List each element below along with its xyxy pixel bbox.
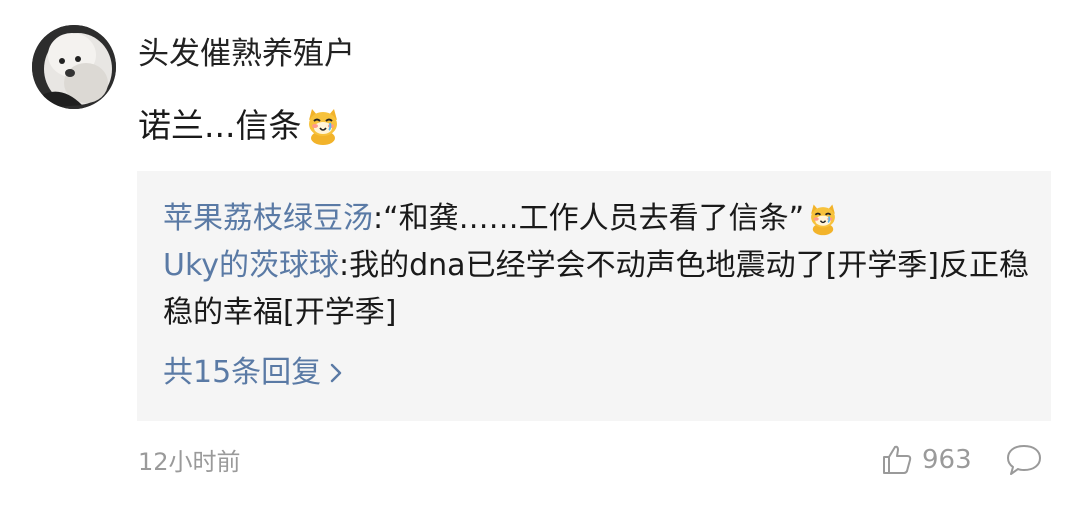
- avatar-dog-image: [32, 25, 116, 109]
- like-count: 963: [922, 445, 972, 475]
- reply-item[interactable]: Uky的茨球球:我的dna已经学会不动声色地震动了[开学季]反正稳稳的幸福[开学…: [163, 242, 1031, 336]
- avatar[interactable]: [32, 25, 116, 109]
- reply-username[interactable]: Uky的茨球球: [163, 248, 339, 283]
- reply-username[interactable]: 苹果荔枝绿豆汤: [163, 195, 373, 242]
- reply-colon: :: [339, 248, 350, 283]
- more-replies-label: 共15条回复: [163, 355, 322, 390]
- reply-button[interactable]: [1005, 442, 1043, 478]
- chevron-right-icon: [330, 363, 342, 383]
- comment-bubble-icon: [1007, 445, 1041, 475]
- thumbs-up-icon: [883, 445, 912, 474]
- comment-timestamp: 12小时前: [138, 448, 241, 476]
- comment-username[interactable]: 头发催熟养殖户: [138, 34, 355, 74]
- comment-text: 诺兰...信条: [138, 106, 302, 145]
- more-replies-link[interactable]: 共15条回复: [163, 351, 347, 395]
- reply-item[interactable]: 苹果荔枝绿豆汤: “和龚……工作人员去看了信条”: [163, 195, 1031, 242]
- cat-emoji-icon: [309, 109, 338, 145]
- reply-colon: :: [373, 201, 384, 236]
- replies-panel[interactable]: 苹果荔枝绿豆汤: “和龚……工作人员去看了信条” Uky的茨球球:我的dna已经学…: [137, 171, 1051, 421]
- reply-text: “和龚……工作人员去看了信条”: [383, 201, 805, 236]
- cat-emoji-icon: [811, 204, 836, 235]
- comment-content: 诺兰...信条: [138, 104, 343, 148]
- like-button[interactable]: 963: [880, 442, 972, 478]
- comment-item: 头发催熟养殖户 诺兰...信条 苹果荔枝绿豆汤:“和龚……工作人员去看了信条”: [0, 0, 1079, 510]
